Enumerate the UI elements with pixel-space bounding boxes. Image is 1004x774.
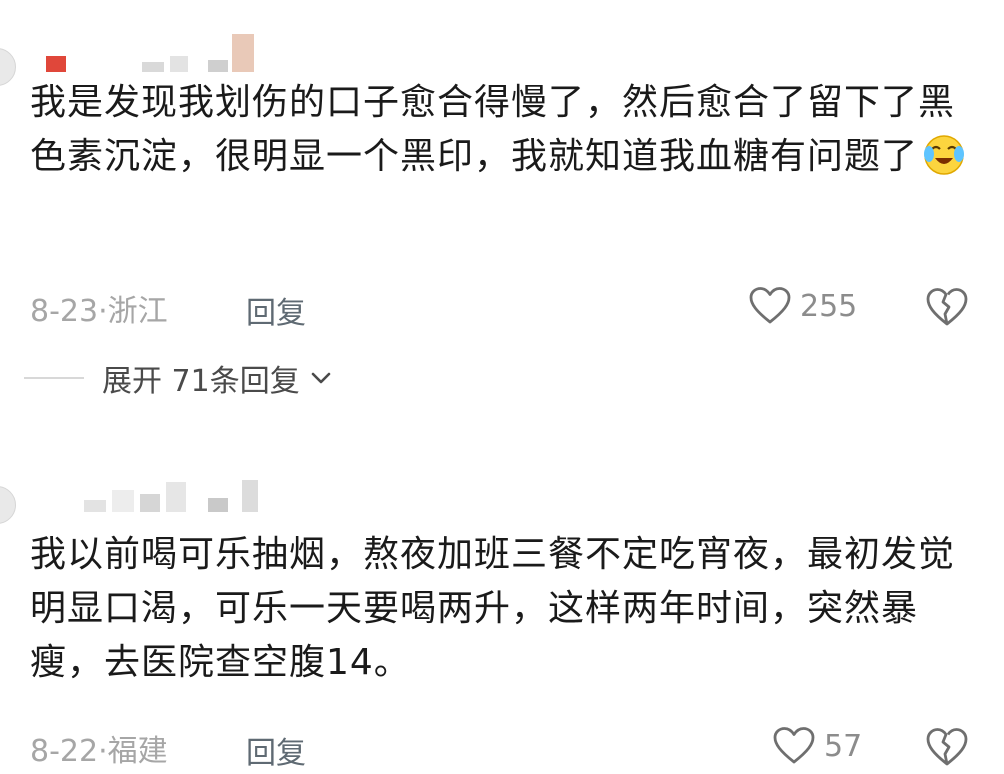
username-redacted xyxy=(84,480,258,512)
broken-heart-icon[interactable] xyxy=(924,726,970,768)
divider-line xyxy=(24,377,84,379)
like-button[interactable]: 255 xyxy=(748,286,857,326)
avatar[interactable] xyxy=(0,486,16,524)
expand-replies-button[interactable]: 展开 71条回复 xyxy=(24,356,334,400)
comment-text: 我以前喝可乐抽烟，熬夜加班三餐不定吃宵夜，最初发觉明显口渴，可乐一天要喝两升，这… xyxy=(30,534,956,683)
like-count: 57 xyxy=(824,728,863,764)
comment-date-location: 8-23·浙江 xyxy=(30,294,168,329)
like-count: 255 xyxy=(800,288,858,324)
heart-outline-icon xyxy=(773,727,815,764)
reply-button[interactable]: 回复 xyxy=(246,728,306,772)
comment-meta: 8-22·福建 xyxy=(30,728,168,769)
heart-outline-icon xyxy=(749,287,791,324)
reply-button[interactable]: 回复 xyxy=(246,288,306,332)
comment-date-location: 8-22·福建 xyxy=(30,734,168,769)
chevron-down-icon xyxy=(311,372,331,384)
like-button[interactable]: 57 xyxy=(772,726,862,766)
comment-text-content: 我是发现我划伤的口子愈合得慢了，然后愈合了留下了黑色素沉淀，很明显一个黑印，我就… xyxy=(30,82,956,177)
comment-text: 我是发现我划伤的口子愈合得慢了，然后愈合了留下了黑色素沉淀，很明显一个黑印，我就… xyxy=(30,76,980,184)
broken-heart-icon[interactable] xyxy=(924,286,970,328)
avatar[interactable] xyxy=(0,48,16,86)
expand-replies-label: 展开 71条回复 xyxy=(102,364,300,399)
username-redacted xyxy=(46,34,254,72)
comment-meta: 8-23·浙江 xyxy=(30,288,168,329)
crying-laughing-emoji-icon xyxy=(924,135,965,175)
